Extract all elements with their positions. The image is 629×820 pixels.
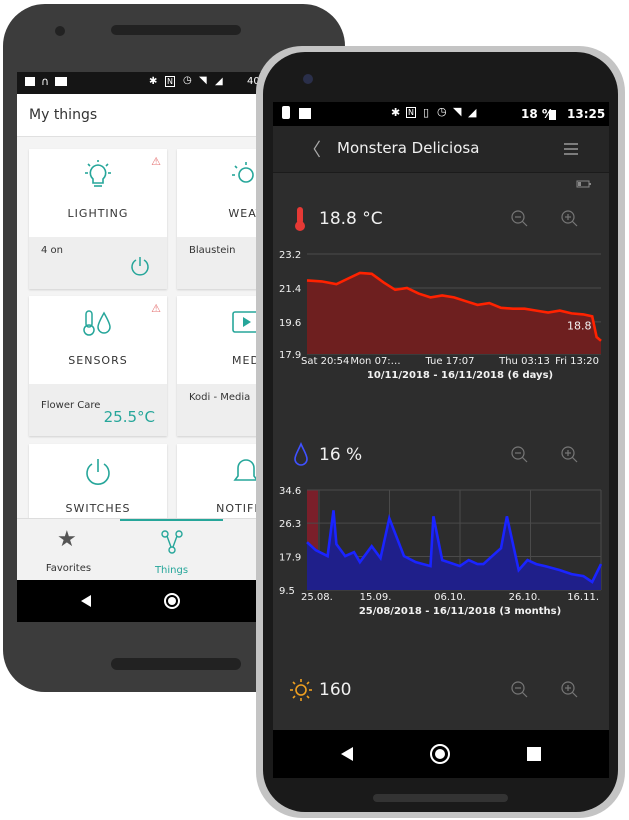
temperature-area — [307, 272, 601, 354]
bluetooth-icon: ✱ — [149, 76, 158, 87]
y-tick-label: 21.4 — [279, 284, 301, 295]
alert-icon — [282, 106, 290, 119]
nfc-icon: N — [165, 76, 175, 87]
x-tick-label: Mon 07:… — [350, 356, 400, 367]
power-icon — [86, 459, 110, 485]
battery-icon — [576, 180, 591, 188]
tile-sensors[interactable]: ⚠ SENSORS Flower Care 25.5°C — [29, 296, 167, 436]
tile-subtitle: Kodi - Media — [189, 392, 251, 403]
tile-label: SENSORS — [68, 354, 128, 367]
chart-date-range: 10/11/2018 - 16/11/2018 (6 days) — [367, 370, 553, 381]
zoom-out-icon[interactable] — [511, 681, 529, 699]
zoom-in-icon[interactable] — [561, 210, 579, 228]
y-tick-label: 34.6 — [279, 486, 301, 497]
alarm-icon: ◷ — [437, 105, 447, 118]
back-chevron-icon[interactable]: 〈 — [303, 136, 321, 162]
home-icon[interactable] — [429, 743, 451, 765]
tile-footer: Flower Care 25.5°C — [29, 384, 167, 436]
humidity-chart: 34.6 26.3 17.9 9.5 25.08. 15.09. 06.10. 26.10.… — [279, 486, 603, 617]
lightbulb-icon — [85, 160, 111, 187]
speaker-grille — [373, 794, 508, 802]
zoom-out-icon[interactable] — [511, 446, 529, 464]
front-camera — [55, 26, 65, 36]
battery-icon — [549, 110, 556, 120]
sun-icon — [290, 679, 312, 701]
image-icon — [55, 77, 67, 86]
y-tick-label: 17.9 — [279, 350, 301, 361]
nfc-icon: N — [406, 107, 416, 118]
tile-subtitle: Blaustein — [189, 245, 236, 256]
alarm-icon: ◷ — [183, 75, 192, 86]
speaker-grille — [111, 25, 241, 35]
page-title: Monstera Deliciosa — [337, 139, 480, 157]
nav-label: Favorites — [45, 563, 92, 574]
y-tick-label: 26.3 — [279, 519, 301, 530]
x-tick-label: 16.11. — [567, 592, 599, 603]
tile-value: 25.5°C — [103, 408, 155, 426]
y-tick-label: 9.5 — [279, 586, 295, 597]
system-nav-bar — [273, 730, 609, 778]
x-tick-label: 06.10. — [434, 592, 466, 603]
signal-icon: ◢ — [468, 106, 477, 119]
zoom-out-icon[interactable] — [511, 210, 529, 228]
front-phone-screen: ✱ N ▯ ◷ ◥ ◢ 18 % 13:25 〈 Monstera Delici… — [273, 102, 609, 778]
tile-subtitle: 4 on — [41, 245, 63, 256]
tile-lighting[interactable]: ⚠ LIGHTING 4 on — [29, 149, 167, 289]
x-tick-label: Tue 17:07 — [424, 356, 474, 367]
x-tick-label: Sat 20:54 — [301, 356, 349, 367]
bluetooth-icon: ✱ — [391, 106, 401, 119]
warning-icon: ⚠ — [151, 302, 161, 315]
warning-icon: ⚠ — [151, 155, 161, 168]
tile-label: SWITCHES — [65, 502, 131, 515]
temperature-value: 18.8 °C — [319, 209, 383, 229]
wifi-icon: ◥ — [199, 75, 207, 86]
speaker-grille — [111, 658, 241, 670]
tile-label: LIGHTING — [67, 207, 129, 220]
menu-icon[interactable] — [563, 142, 579, 156]
y-tick-label: 23.2 — [279, 250, 301, 261]
nav-things[interactable]: Things — [120, 519, 223, 583]
signal-icon: ◢ — [215, 76, 223, 87]
recents-icon[interactable] — [527, 747, 541, 761]
image-icon — [299, 108, 311, 119]
home-icon[interactable] — [163, 592, 181, 610]
wifi-icon: ◥ — [453, 105, 462, 118]
zoom-in-icon[interactable] — [561, 446, 579, 464]
x-tick-label: 25.08. — [301, 592, 333, 603]
status-bar: ✱ N ▯ ◷ ◥ ◢ 18 % 13:25 — [273, 102, 609, 126]
y-tick-label: 19.6 — [279, 318, 301, 329]
humidity-area — [307, 510, 601, 590]
x-tick-label: 26.10. — [509, 592, 541, 603]
x-tick-label: 15.09. — [360, 592, 392, 603]
chart-date-range: 25/08/2018 - 16/11/2018 (3 months) — [359, 606, 561, 617]
back-icon[interactable] — [339, 746, 355, 762]
nav-favorites[interactable]: ★ Favorites — [17, 519, 120, 581]
x-tick-label: Thu 03:13 — [498, 356, 550, 367]
sensors-icon — [83, 310, 111, 336]
nav-label: Things — [154, 565, 189, 576]
y-tick-label: 17.9 — [279, 553, 301, 564]
last-value-label: 18.8 — [567, 319, 592, 332]
x-tick-label: Fri 13:20 — [555, 356, 599, 367]
power-icon[interactable] — [129, 255, 151, 277]
vibrate-icon: ▯ — [423, 106, 430, 119]
front-camera — [303, 74, 313, 84]
headphones-icon: ∩ — [41, 75, 50, 88]
tile-subtitle: Flower Care — [41, 400, 101, 411]
light-value: 160 — [319, 680, 352, 700]
things-icon — [161, 530, 183, 554]
humidity-value: 16 % — [319, 445, 363, 465]
status-time: 13:25 — [567, 107, 606, 121]
back-icon[interactable] — [79, 594, 93, 608]
zoom-in-icon[interactable] — [561, 681, 579, 699]
image-icon — [25, 77, 35, 86]
app-bar: 〈 Monstera Deliciosa — [273, 126, 609, 173]
temperature-chart: 23.2 21.4 19.6 17.9 Sat 20:54 Mon 07:… Tue 17… — [279, 250, 602, 381]
water-drop-icon — [294, 442, 308, 466]
tile-footer: 4 on — [29, 237, 167, 289]
thermometer-icon — [295, 207, 305, 231]
star-icon: ★ — [57, 527, 77, 552]
